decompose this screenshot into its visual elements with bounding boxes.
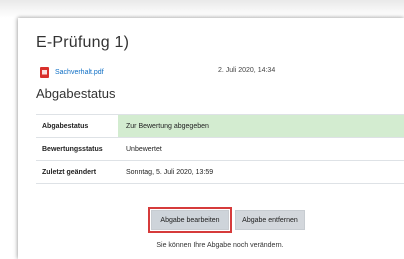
top-shadow	[0, 0, 404, 18]
submission-file-date: 2. Juli 2020, 14:34	[218, 67, 276, 74]
pdf-file-icon	[40, 66, 49, 78]
edit-submission-button[interactable]: Abgabe bearbeiten	[148, 207, 232, 233]
page-title: E-Prüfung 1)	[36, 34, 130, 51]
submission-file-link[interactable]: Sachverhalt.pdf	[55, 69, 104, 76]
table-row: Abgabestatus Zur Bewertung abgegeben	[36, 114, 404, 138]
page-canvas: E-Prüfung 1) Sachverhalt.pdf 2. Juli 202…	[0, 0, 404, 259]
status-label: Abgabestatus	[36, 114, 118, 138]
status-value: Zur Bewertung abgegeben	[118, 114, 404, 138]
assignment-card: E-Prüfung 1) Sachverhalt.pdf 2. Juli 202…	[18, 18, 404, 259]
grading-status-value: Unbewertet	[118, 137, 404, 161]
grading-status-label: Bewertungsstatus	[36, 137, 118, 161]
submission-actions: Abgabe bearbeiten Abgabe entfernen	[36, 207, 404, 233]
last-modified-label: Zuletzt geändert	[36, 160, 118, 184]
table-row: Bewertungsstatus Unbewertet	[36, 137, 404, 161]
submission-file-row: Sachverhalt.pdf	[40, 66, 104, 78]
table-row: Zuletzt geändert Sonntag, 5. Juli 2020, …	[36, 160, 404, 184]
submission-status-table: Abgabestatus Zur Bewertung abgegeben Bew…	[36, 114, 404, 184]
last-modified-value: Sonntag, 5. Juli 2020, 13:59	[118, 160, 404, 184]
remove-submission-button[interactable]: Abgabe entfernen	[235, 210, 305, 230]
edit-hint-text: Sie können Ihre Abgabe noch verändern.	[156, 242, 284, 249]
status-section-title: Abgabestatus	[36, 86, 116, 101]
